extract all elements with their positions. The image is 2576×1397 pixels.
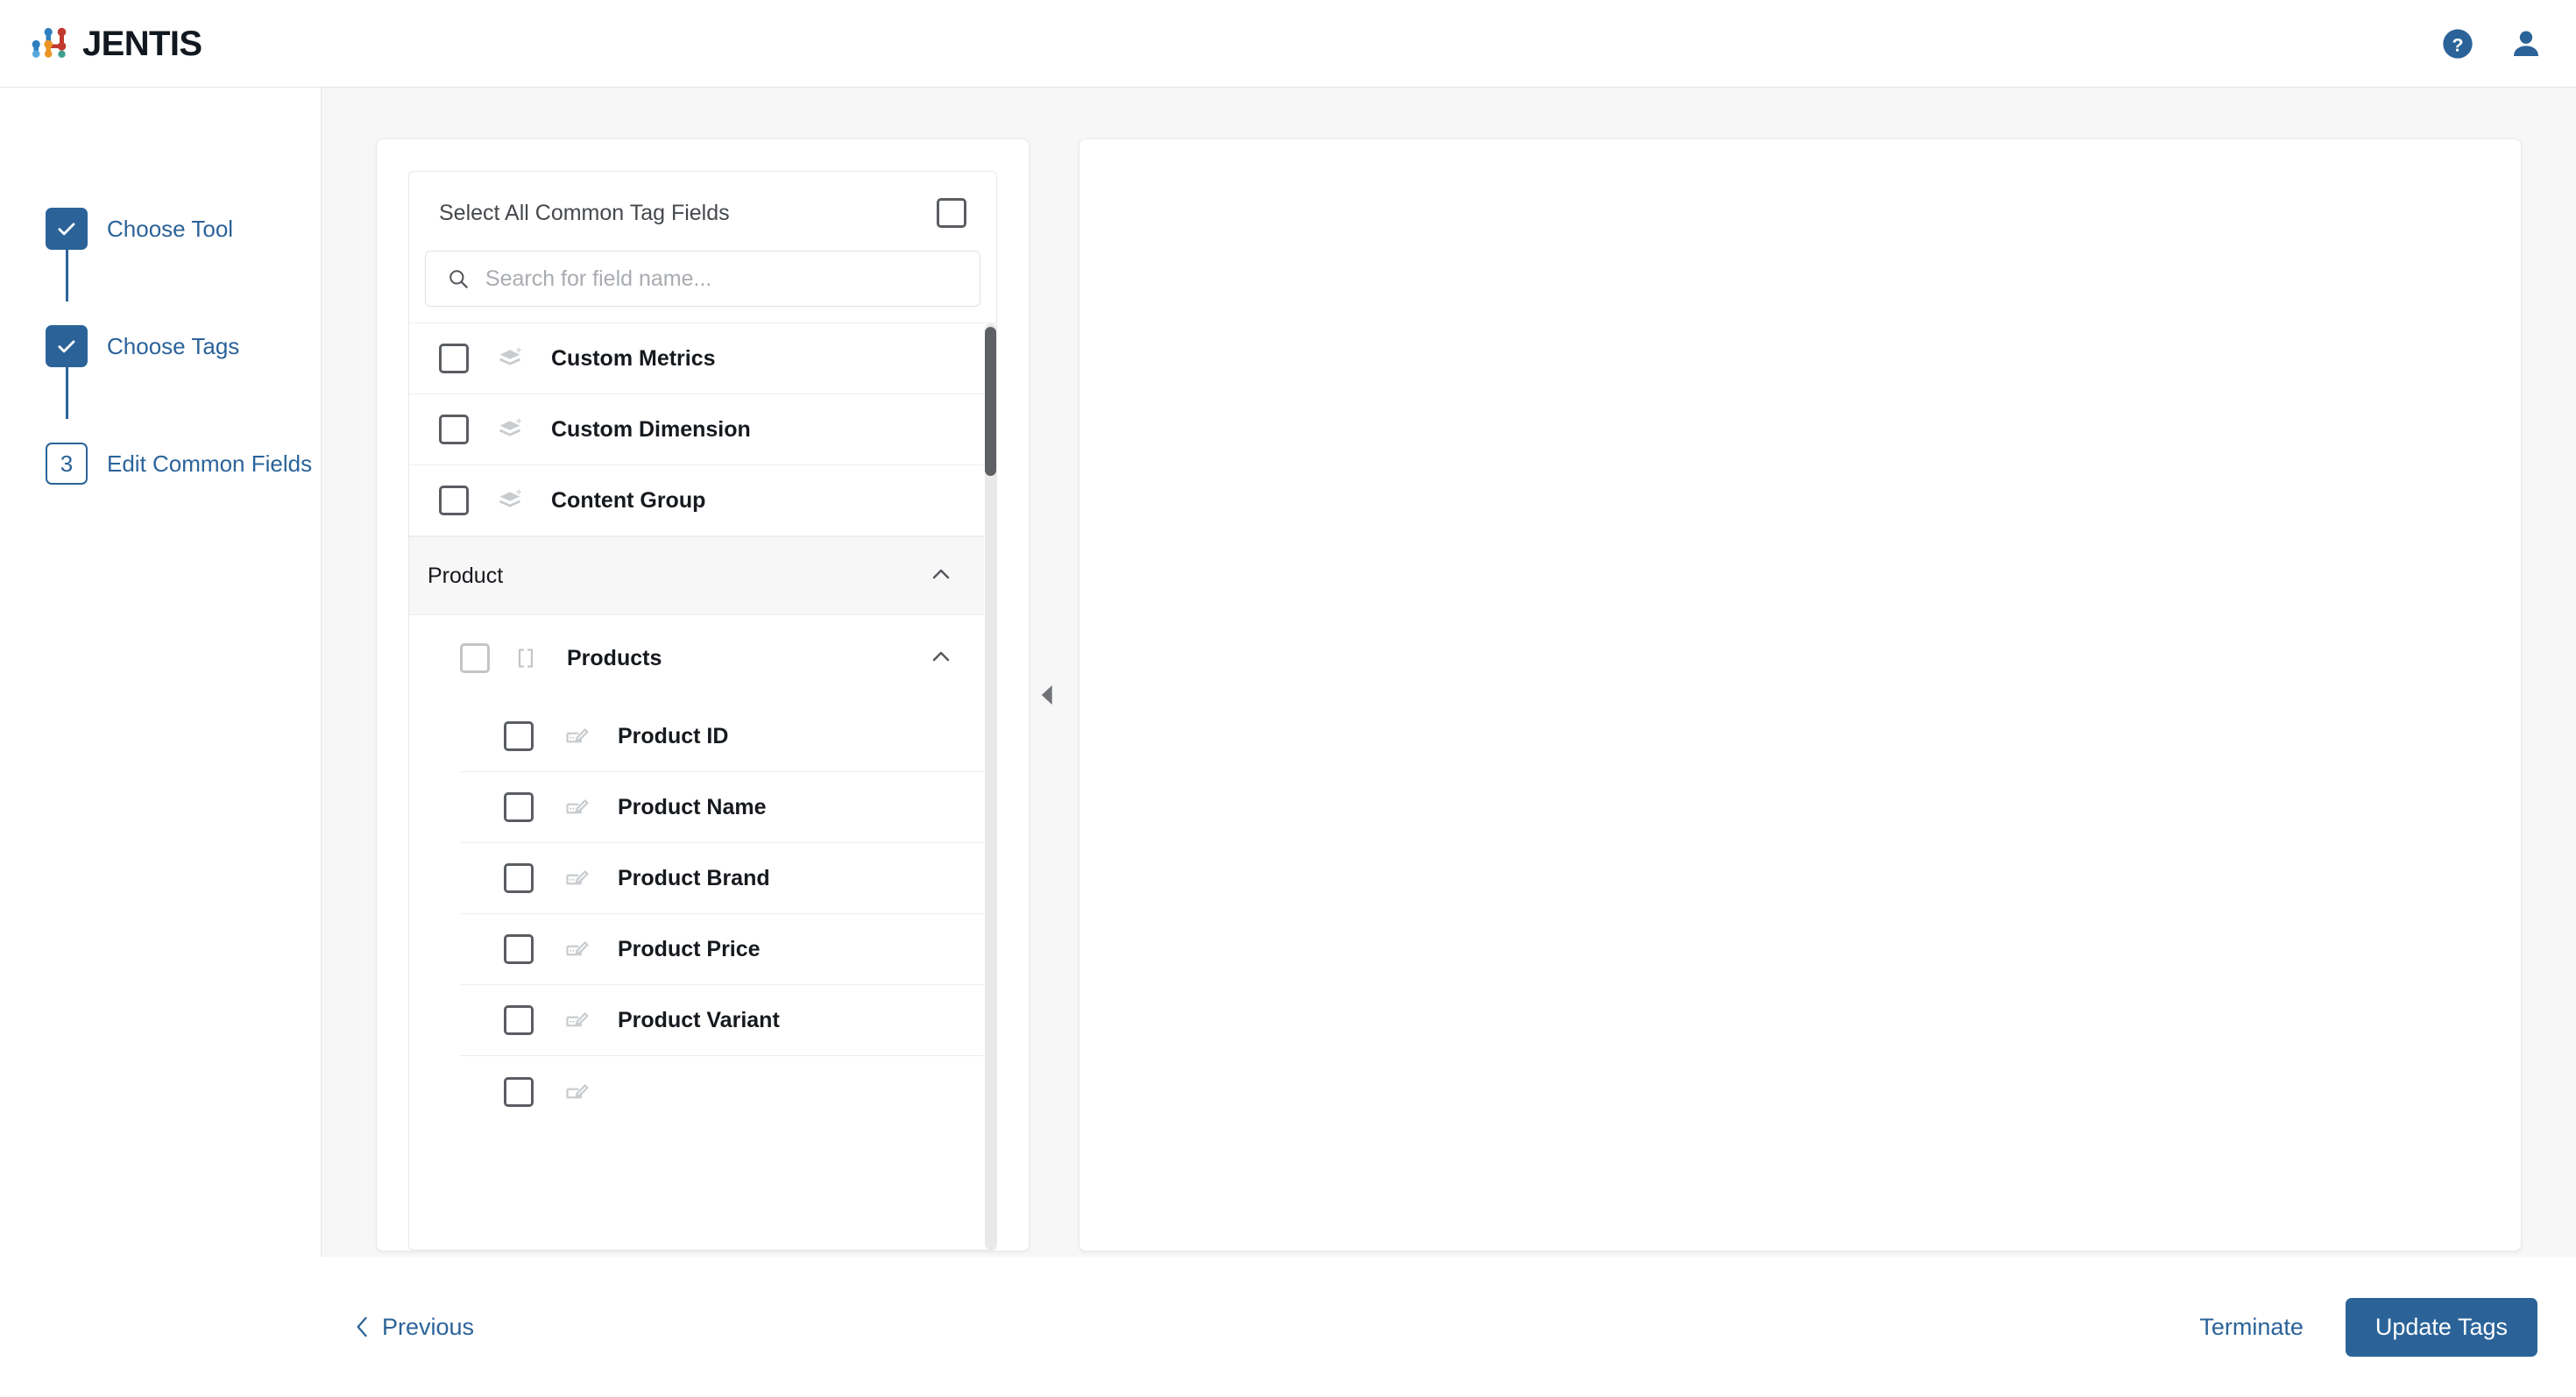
layers-plus-icon [495, 415, 525, 444]
array-brackets-icon [511, 643, 541, 673]
top-bar-actions: ? [2439, 25, 2544, 62]
field-list-scrollbar-track[interactable] [985, 323, 996, 1250]
help-circle-icon[interactable]: ? [2439, 25, 2476, 62]
group-title-product: Product [428, 563, 504, 588]
edit-field-icon [562, 1077, 591, 1107]
field-row-product-brand[interactable]: Product Brand [460, 843, 984, 914]
update-tags-button[interactable]: Update Tags [2345, 1297, 2537, 1357]
field-row-product-variant[interactable]: Product Variant [460, 985, 984, 1056]
field-row-custom-dimension[interactable]: Custom Dimension [409, 394, 984, 465]
array-checkbox-products[interactable] [460, 643, 490, 673]
search-box[interactable] [425, 251, 980, 307]
stepper-label-1: Choose Tool [107, 215, 234, 242]
stepper-badge-3: 3 [46, 443, 88, 485]
stepper-item-choose-tags[interactable]: Choose Tags [0, 317, 321, 375]
stepper-item-edit-common-fields[interactable]: 3 Edit Common Fields [0, 435, 321, 493]
previous-label: Previous [382, 1313, 475, 1340]
field-detail-panel [1079, 138, 2522, 1252]
layers-plus-icon [495, 344, 525, 373]
main-content: Select All Common Tag Fields Search for … [321, 88, 2576, 1257]
chevron-up-icon[interactable] [928, 561, 954, 592]
product-field-list: Product ID Product Name Product Brand Pr… [409, 701, 984, 1127]
field-checkbox-custom-metrics[interactable] [439, 344, 469, 373]
array-row-products[interactable]: Products [409, 615, 984, 701]
wizard-stepper: Choose Tool Choose Tags 3 Edit Common Fi… [0, 88, 321, 1257]
edit-field-icon [562, 792, 591, 822]
field-checkbox-product-name[interactable] [504, 792, 534, 822]
field-checkbox-content-group[interactable] [439, 486, 469, 515]
stepper-label-2: Choose Tags [107, 332, 240, 359]
check-icon [58, 223, 75, 236]
edit-field-icon [562, 1005, 591, 1035]
field-row-custom-metrics[interactable]: Custom Metrics [409, 323, 984, 394]
field-checkbox-product-variant[interactable] [504, 1005, 534, 1035]
field-label-custom-dimension: Custom Dimension [551, 416, 751, 442]
edit-field-icon [562, 721, 591, 751]
field-checkbox-custom-dimension[interactable] [439, 415, 469, 444]
field-picker-card: Select All Common Tag Fields Search for … [376, 138, 1030, 1252]
select-all-checkbox[interactable] [937, 198, 966, 228]
field-list-scroll-area[interactable]: Custom Metrics Custom Dimension Content … [409, 323, 996, 1250]
field-picker: Select All Common Tag Fields Search for … [408, 171, 997, 1251]
field-checkbox-partial[interactable] [504, 1076, 534, 1107]
triangle-left-icon [1041, 684, 1052, 706]
stepper-item-choose-tool[interactable]: Choose Tool [0, 200, 321, 258]
app-root: JENTIS ? Choose Tool Choose Tags 3 Edit … [0, 0, 2576, 1397]
field-label-product-id: Product ID [618, 723, 729, 748]
stepper-connector-2 [66, 359, 68, 419]
field-list: Custom Metrics Custom Dimension Content … [409, 323, 996, 1127]
panel-collapse-handle[interactable] [1035, 138, 1059, 1252]
field-checkbox-product-brand[interactable] [504, 863, 534, 893]
field-checkbox-product-id[interactable] [504, 721, 534, 751]
svg-text:?: ? [2452, 33, 2463, 55]
brand-logo[interactable]: JENTIS [30, 26, 202, 61]
field-label-product-name: Product Name [618, 794, 767, 819]
stepper-label-3: Edit Common Fields [107, 450, 313, 477]
user-avatar-icon[interactable] [2508, 25, 2544, 62]
search-input[interactable] [485, 252, 959, 306]
field-label-product-brand: Product Brand [618, 865, 770, 890]
stepper-badge-1 [46, 208, 88, 250]
field-row-partial[interactable] [460, 1056, 984, 1127]
wizard-footer: Previous Terminate Update Tags [0, 1257, 2576, 1397]
select-all-label: Select All Common Tag Fields [439, 200, 730, 225]
group-header-product[interactable]: Product [409, 536, 984, 615]
body-row: Choose Tool Choose Tags 3 Edit Common Fi… [0, 88, 2576, 1257]
panels-row: Select All Common Tag Fields Search for … [376, 138, 2522, 1252]
stepper-connector-1 [66, 242, 68, 301]
chevron-up-icon[interactable] [928, 643, 954, 674]
top-bar: JENTIS ? [0, 0, 2576, 88]
field-row-product-price[interactable]: Product Price [460, 914, 984, 985]
chevron-left-icon [357, 1316, 367, 1337]
search-icon [449, 270, 468, 288]
select-all-row[interactable]: Select All Common Tag Fields [409, 172, 996, 251]
field-row-product-name[interactable]: Product Name [460, 772, 984, 843]
jentis-logo-icon [32, 27, 67, 58]
field-label-product-variant: Product Variant [618, 1007, 780, 1032]
field-row-content-group[interactable]: Content Group [409, 465, 984, 536]
field-list-scrollbar-thumb[interactable] [985, 327, 996, 476]
previous-button[interactable]: Previous [354, 1314, 474, 1341]
stepper-badge-2 [46, 325, 88, 367]
edit-field-icon [562, 863, 591, 893]
layers-plus-icon [495, 486, 525, 515]
field-label-product-price: Product Price [618, 936, 761, 961]
array-label-products: Products [567, 645, 662, 670]
check-icon [58, 340, 75, 353]
search-wrapper [409, 251, 996, 323]
terminate-button[interactable]: Terminate [2196, 1305, 2307, 1350]
field-row-product-id[interactable]: Product ID [460, 701, 984, 772]
field-label-content-group: Content Group [551, 487, 706, 513]
edit-field-icon [562, 934, 591, 964]
field-label-custom-metrics: Custom Metrics [551, 345, 716, 371]
footer-actions: Terminate Update Tags [2196, 1297, 2537, 1357]
brand-name: JENTIS [82, 24, 202, 63]
field-checkbox-product-price[interactable] [504, 934, 534, 964]
